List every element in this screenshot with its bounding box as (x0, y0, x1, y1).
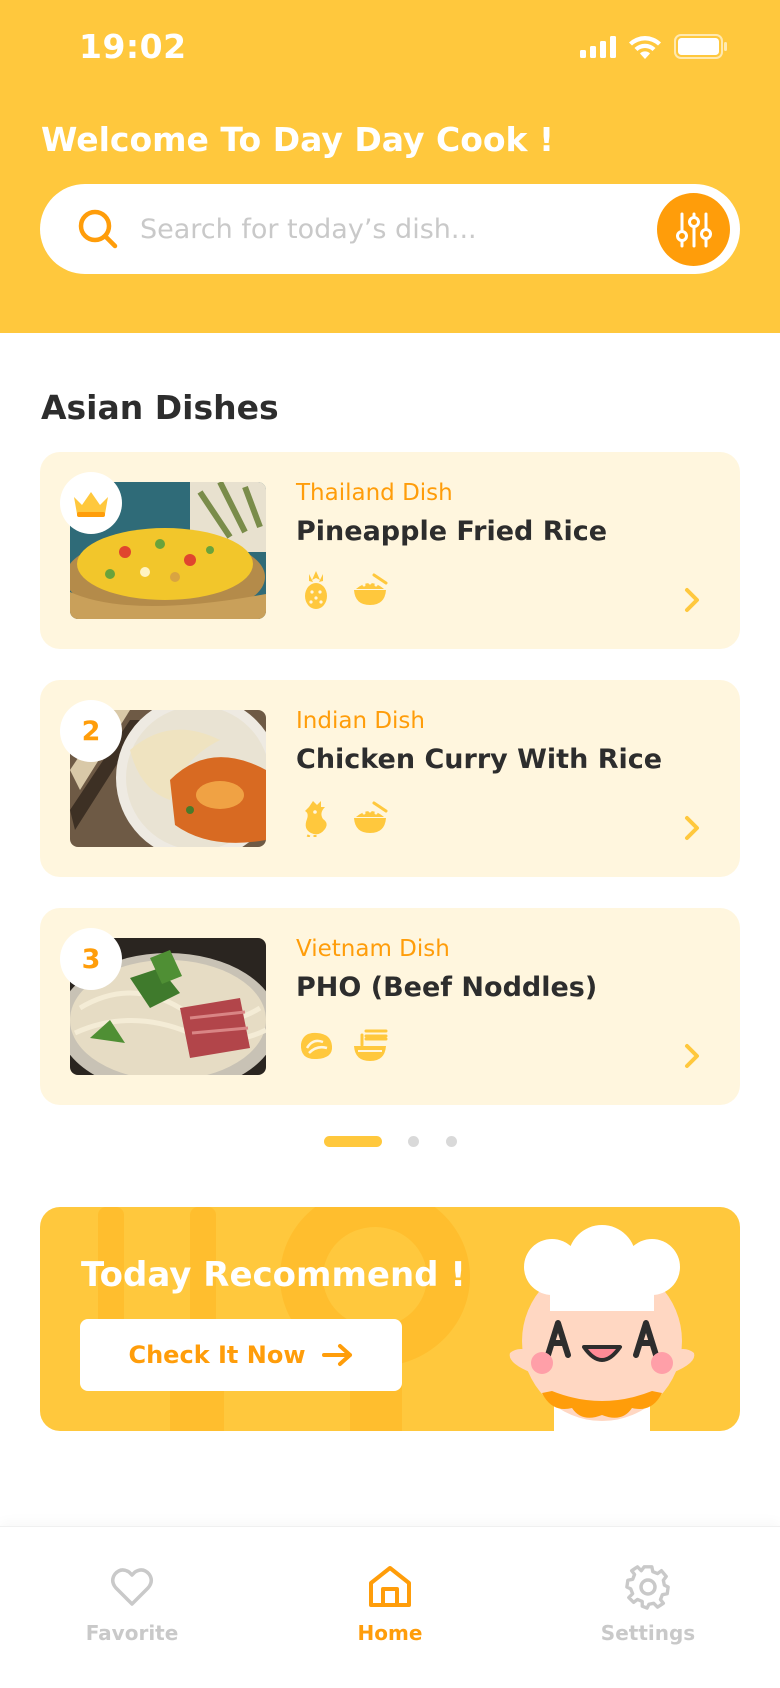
check-it-now-button[interactable]: Check It Now (80, 1319, 402, 1391)
page-dot-active[interactable] (324, 1136, 382, 1147)
chef-mascot (509, 1225, 695, 1431)
rank-badge (60, 472, 122, 534)
rank-badge: 2 (60, 700, 122, 762)
dish-tags (296, 570, 390, 610)
page-indicator[interactable] (0, 1136, 780, 1148)
home-icon (369, 1566, 411, 1607)
chevron-right-icon[interactable] (680, 812, 704, 844)
welcome-title: Welcome To Day Day Cook ! (41, 120, 555, 159)
tab-home[interactable]: Home (310, 1563, 470, 1645)
check-it-now-label: Check It Now (128, 1341, 306, 1369)
banner-title: Today Recommend ! (81, 1255, 466, 1295)
page-dot[interactable] (408, 1136, 419, 1147)
dish-card[interactable]: 3 Vietnam Dish PHO (Beef Noddles) (40, 908, 740, 1105)
status-time: 19:02 (79, 27, 187, 66)
recommend-banner: Today Recommend ! Check It Now (40, 1207, 740, 1431)
chicken-icon (296, 798, 336, 838)
dish-category: Thailand Dish (296, 480, 453, 506)
rice-bowl-icon (350, 570, 390, 610)
status-bar: 19:02 (0, 0, 780, 95)
search-input[interactable] (140, 202, 580, 256)
rice-bowl-icon (350, 798, 390, 838)
search-bar[interactable] (40, 184, 740, 274)
dish-name: PHO (Beef Noddles) (296, 972, 598, 1003)
tab-settings[interactable]: Settings (568, 1563, 728, 1645)
tab-favorite[interactable]: Favorite (52, 1563, 212, 1645)
chevron-right-icon[interactable] (680, 1040, 704, 1072)
battery-icon (674, 34, 727, 59)
dish-name: Chicken Curry With Rice (296, 744, 663, 775)
wifi-icon (629, 36, 661, 59)
signal-icon (580, 35, 616, 58)
header: 19:02 Welcome To Day Day Cook ! (0, 0, 780, 333)
chevron-right-icon[interactable] (680, 584, 704, 616)
gear-icon (625, 1565, 670, 1610)
filter-button[interactable] (657, 193, 730, 266)
heart-icon (111, 1568, 153, 1606)
dish-category: Vietnam Dish (296, 936, 450, 962)
rank-badge: 3 (60, 928, 122, 990)
dish-card[interactable]: Thailand Dish Pineapple Fried Rice (40, 452, 740, 649)
search-icon (78, 209, 118, 249)
dish-name: Pineapple Fried Rice (296, 516, 608, 547)
page-dot[interactable] (446, 1136, 457, 1147)
crown-icon (74, 492, 108, 517)
tab-bar: Favorite Home Settings (0, 1526, 780, 1688)
status-icons (580, 34, 728, 59)
dish-tags (296, 1026, 390, 1066)
noodle-bowl-icon (350, 1026, 390, 1066)
dish-tags (296, 798, 390, 838)
arrow-right-icon (321, 1344, 352, 1366)
tab-label: Settings (600, 1621, 696, 1645)
dish-card[interactable]: 2 Indian Dish Chicken Curry With Rice (40, 680, 740, 877)
section-title: Asian Dishes (41, 388, 279, 427)
sliders-icon (675, 212, 712, 247)
pineapple-icon (296, 570, 336, 610)
beef-icon (296, 1026, 336, 1066)
tab-label: Favorite (85, 1621, 179, 1645)
tab-label: Home (357, 1621, 423, 1645)
dish-category: Indian Dish (296, 708, 425, 734)
